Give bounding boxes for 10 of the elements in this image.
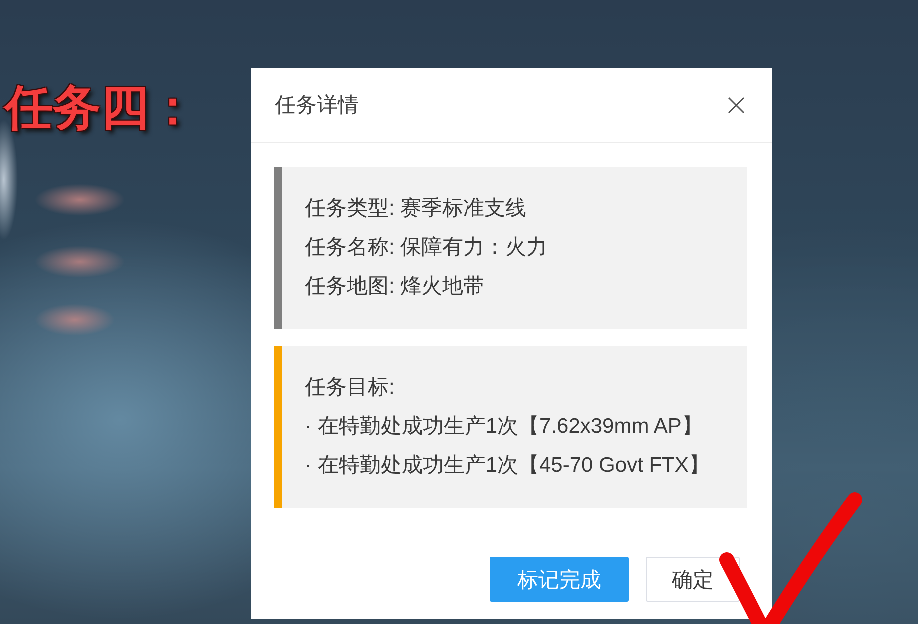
dialog-title: 任务详情 [275, 93, 359, 119]
info-line: · 在特勤处成功生产1次【7.62x39mm AP】 [305, 414, 704, 440]
info-line: 任务地图: 烽火地带 [305, 274, 486, 300]
info-line: 任务类型: 赛季标准支线 [305, 196, 528, 222]
annotation-text: 任务四： [5, 85, 197, 133]
info-line: 任务名称: 保障有力：火力 [305, 235, 548, 261]
checkmark-icon [719, 492, 863, 624]
info-line: 任务目标: [305, 375, 396, 401]
close-icon[interactable] [728, 96, 745, 114]
info-line: · 在特勤处成功生产1次【45-70 Govt FTX】 [305, 453, 710, 479]
